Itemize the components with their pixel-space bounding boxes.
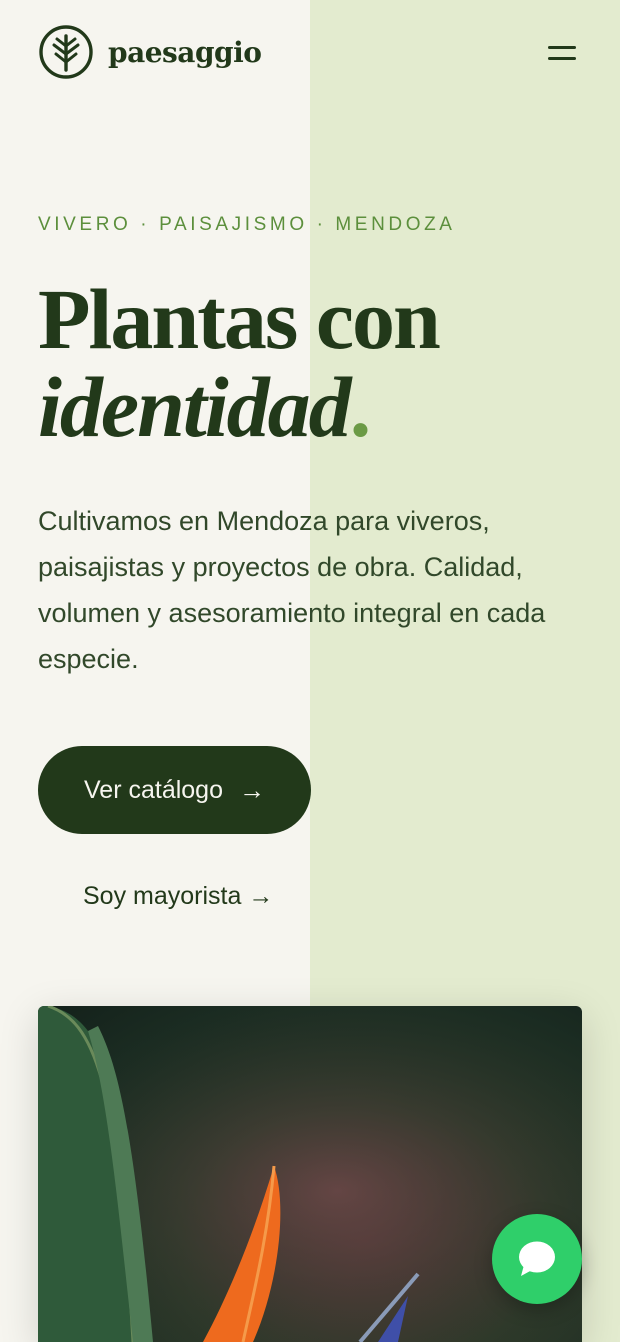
menu-line xyxy=(548,46,576,49)
view-catalog-label: Ver catálogo xyxy=(84,775,223,804)
arrow-right-icon: → xyxy=(239,775,265,805)
headline-line-2: identidad. xyxy=(38,364,439,450)
hero-eyebrow: VIVERO · PAISAJISMO · MENDOZA xyxy=(38,214,456,235)
headline-emphasis: identidad xyxy=(38,359,352,455)
hamburger-menu-icon[interactable] xyxy=(544,40,578,64)
chat-bubble-icon xyxy=(519,1241,555,1276)
menu-line xyxy=(548,57,576,60)
bird-of-paradise-image xyxy=(38,1006,582,1342)
site-header: paesaggio xyxy=(38,22,582,82)
whatsapp-chat-button[interactable] xyxy=(492,1214,582,1304)
headline-line-1: Plantas con xyxy=(38,271,441,367)
view-catalog-button[interactable]: Ver catálogo → xyxy=(38,746,311,834)
hero-lead: Cultivamos en Mendoza para viveros, pais… xyxy=(38,506,546,674)
hero-headline: Plantas con identidad. xyxy=(38,271,441,450)
hero-plant-photo xyxy=(38,1006,582,1342)
headline-dot: . xyxy=(349,359,371,455)
tree-icon xyxy=(39,25,93,79)
brand-name: paesaggio xyxy=(108,35,262,69)
brand-logo[interactable]: paesaggio xyxy=(38,24,262,80)
wholesaler-link[interactable]: Soy mayorista → xyxy=(83,882,273,911)
